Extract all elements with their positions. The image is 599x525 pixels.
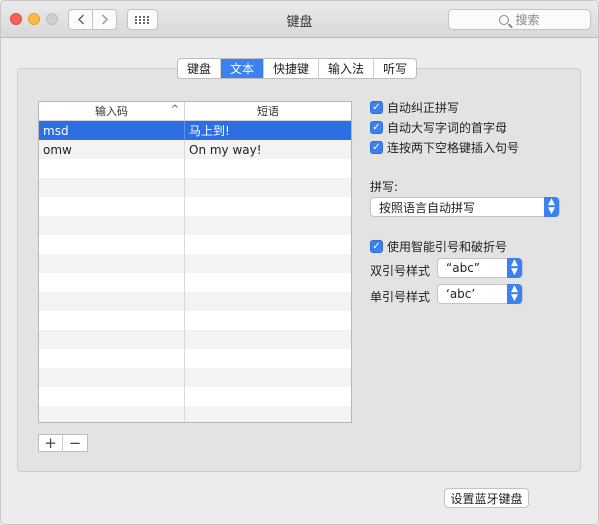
single-quote-value: ‘abc’ [446, 287, 476, 301]
empty-cell [185, 368, 351, 387]
add-button[interactable]: + [39, 434, 63, 452]
empty-table-row [39, 178, 351, 197]
spelling-label: 拼写: [370, 180, 399, 194]
empty-cell [185, 159, 351, 178]
empty-cell [39, 292, 185, 311]
empty-cell [39, 159, 185, 178]
checkbox-checked-icon[interactable]: ✓ [370, 101, 383, 114]
table-row[interactable]: omw On my way! [39, 140, 351, 159]
up-down-arrows-icon: ▲ ▼ [507, 284, 522, 304]
empty-cell [185, 254, 351, 273]
empty-cell [185, 311, 351, 330]
single-quote-popup[interactable]: ‘abc’ ▲ ▼ [437, 284, 523, 304]
checkbox-checked-icon[interactable]: ✓ [370, 240, 383, 253]
empty-cell [39, 254, 185, 273]
empty-table-row [39, 235, 351, 254]
double-quote-value: “abc” [446, 261, 481, 275]
empty-table-row [39, 254, 351, 273]
up-down-arrows-icon: ▲ ▼ [507, 258, 522, 278]
remove-button[interactable]: − [63, 434, 87, 452]
empty-cell [185, 273, 351, 292]
empty-cell [39, 216, 185, 235]
column-header-phrase[interactable]: 短语 [185, 102, 351, 120]
table-row[interactable]: msd 马上到! [39, 121, 351, 140]
title-bar: 键盘 搜索 [1, 1, 598, 38]
autocapitalize-label: 自动大写字词的首字母 [387, 121, 508, 135]
add-remove-control: + − [38, 434, 88, 452]
search-placeholder: 搜索 [515, 13, 540, 27]
empty-table-row [39, 387, 351, 406]
empty-cell [39, 368, 185, 387]
tab-text[interactable]: 文本 [221, 59, 265, 78]
tab-bar: 键盘 文本 快捷键 输入法 听写 [177, 58, 418, 79]
empty-table-row [39, 330, 351, 349]
empty-cell [185, 197, 351, 216]
empty-table-row [39, 197, 351, 216]
tab-keyboard[interactable]: 键盘 [178, 59, 222, 78]
empty-table-row [39, 216, 351, 235]
empty-cell [39, 178, 185, 197]
code-cell: omw [39, 140, 185, 159]
empty-cell [39, 273, 185, 292]
double-space-period-label: 连按两下空格键插入句号 [387, 141, 520, 155]
autocorrect-label: 自动纠正拼写 [387, 101, 460, 115]
column-header-code[interactable]: 输入码 ^ [39, 102, 185, 120]
tab-shortcuts[interactable]: 快捷键 [264, 59, 320, 78]
checkbox-checked-icon[interactable]: ✓ [370, 121, 383, 134]
text-replacement-table[interactable]: 输入码 ^ 短语 msd 马上到! omw On my way! [38, 101, 352, 423]
empty-cell [39, 406, 185, 422]
double-space-period-option[interactable]: ✓ 连按两下空格键插入句号 [370, 139, 519, 156]
spelling-popup[interactable]: 按照语言自动拼写 ▲ ▼ [370, 197, 560, 217]
smart-quotes-option[interactable]: ✓ 使用智能引号和破折号 [370, 238, 507, 255]
phrase-cell: 马上到! [189, 124, 230, 138]
empty-cell [185, 178, 351, 197]
empty-cell [185, 292, 351, 311]
empty-table-row [39, 292, 351, 311]
empty-cell [185, 387, 351, 406]
set-up-bluetooth-keyboard-button[interactable]: 设置蓝牙键盘 [444, 488, 529, 508]
empty-cell [39, 197, 185, 216]
empty-table-row [39, 273, 351, 292]
empty-cell [185, 235, 351, 254]
double-quote-popup[interactable]: “abc” ▲ ▼ [437, 258, 523, 278]
empty-cell [39, 330, 185, 349]
up-down-arrows-icon: ▲ ▼ [544, 197, 559, 217]
empty-cell [39, 387, 185, 406]
autocapitalize-option[interactable]: ✓ 自动大写字词的首字母 [370, 119, 507, 136]
tab-input-sources[interactable]: 输入法 [319, 59, 375, 78]
autocorrect-option[interactable]: ✓ 自动纠正拼写 [370, 99, 459, 116]
empty-cell [185, 216, 351, 235]
tab-dictation[interactable]: 听写 [374, 59, 416, 78]
table-header: 输入码 ^ 短语 [39, 102, 351, 121]
checkbox-checked-icon[interactable]: ✓ [370, 141, 383, 154]
empty-cell [39, 349, 185, 368]
sort-ascending-icon: ^ [170, 104, 179, 115]
empty-cell [185, 349, 351, 368]
table-rows: msd 马上到! omw On my way! [39, 121, 351, 422]
empty-table-row [39, 406, 351, 422]
empty-table-row [39, 159, 351, 178]
empty-table-row [39, 311, 351, 330]
search-icon [499, 14, 510, 25]
empty-table-row [39, 349, 351, 368]
spelling-value: 按照语言自动拼写 [379, 200, 476, 215]
phrase-cell: On my way! [189, 142, 262, 157]
empty-cell [39, 235, 185, 254]
double-quote-label: 双引号样式 [370, 264, 431, 278]
empty-table-row [39, 368, 351, 387]
empty-cell [185, 330, 351, 349]
single-quote-label: 单引号样式 [370, 290, 431, 304]
empty-cell [185, 406, 351, 422]
empty-cell [39, 311, 185, 330]
keyboard-preferences-window: 键盘 搜索 键盘 文本 快捷键 输入法 听写 输入码 ^ 短语 msd 马上到!… [0, 0, 599, 525]
search-field[interactable]: 搜索 [448, 9, 591, 30]
smart-quotes-label: 使用智能引号和破折号 [387, 240, 508, 254]
code-cell: msd [39, 121, 185, 140]
